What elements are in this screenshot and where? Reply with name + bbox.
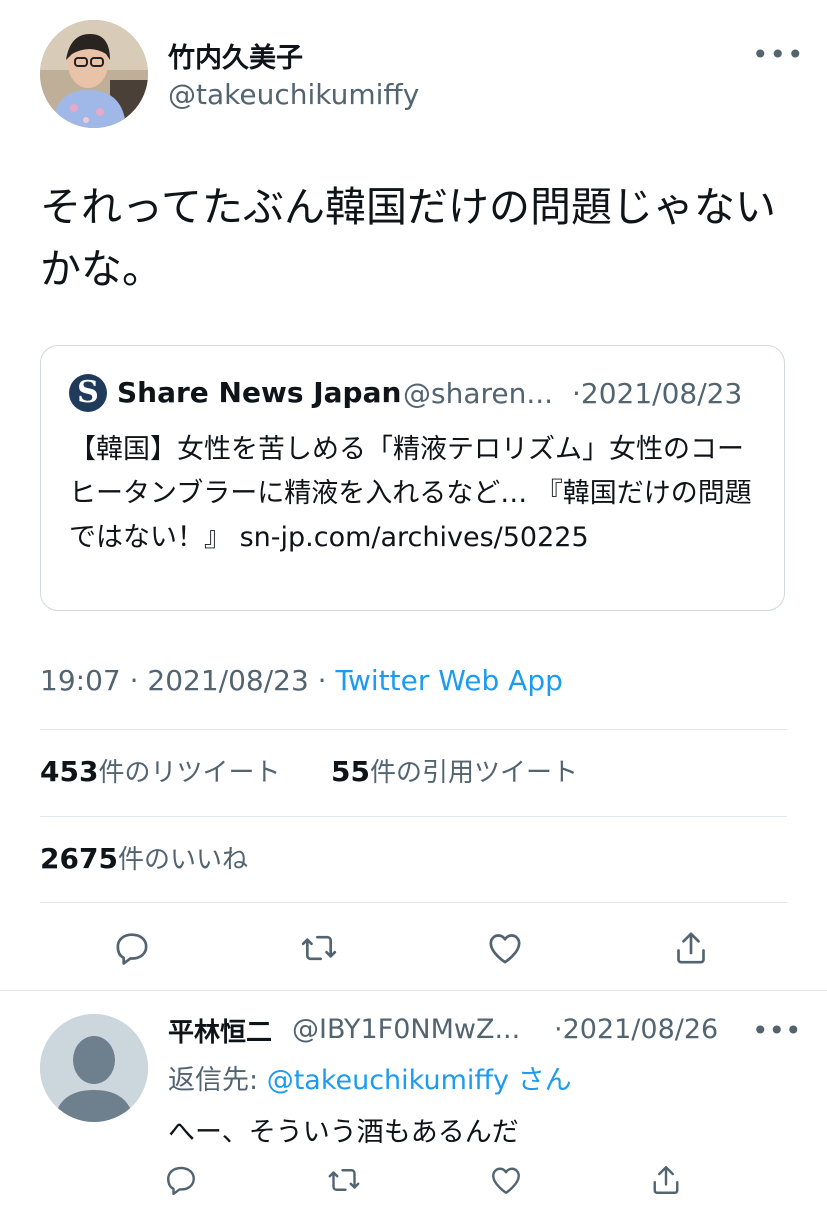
thread-divider (0, 990, 827, 991)
likes-stat[interactable]: 2675件のいいね (40, 839, 248, 876)
avatar-photo (40, 20, 148, 128)
tweet-timestamp[interactable]: 19:07 · 2021/08/23 · (40, 664, 335, 697)
quote-author-logo: S (69, 374, 107, 412)
quote-text: 【韓国】女性を苦しめる「精液テロリズム」女性のコーヒータンブラーに精液を入れるな… (69, 434, 752, 553)
replying-to: 返信先: @takeuchikumiffy さん (168, 1058, 572, 1097)
replying-to-suffix: さん (508, 1065, 572, 1096)
like-icon[interactable] (485, 928, 525, 968)
divider (40, 816, 787, 817)
quote-tweet-card[interactable]: S Share News Japan @sharen... ·2021/08/2… (40, 345, 785, 611)
default-avatar-icon (40, 1014, 148, 1122)
reply-text: へー、そういう酒もあるんだ (168, 1117, 519, 1148)
author-name[interactable]: 竹内久美子 (168, 36, 303, 75)
quotes-label: 件の引用ツイート (369, 758, 578, 788)
reply-like-icon[interactable] (488, 1162, 524, 1198)
divider (40, 902, 787, 903)
likes-count: 2675 (40, 842, 118, 875)
divider (40, 729, 787, 730)
retweets-stat[interactable]: 453件のリツイート (40, 752, 280, 789)
reply-icon[interactable] (112, 928, 152, 968)
tweet-text: それってたぶん韓国だけの問題じゃないかな。 (40, 183, 776, 293)
quote-author-name: Share News Japan (117, 376, 402, 409)
quote-author-handle: @sharen... (403, 377, 554, 410)
replying-to-handle-link[interactable]: @takeuchikumiffy (267, 1065, 509, 1096)
quotes-stat[interactable]: 55件の引用ツイート (331, 752, 578, 789)
reply-share-icon[interactable] (648, 1162, 684, 1198)
tweet-meta: 19:07 · 2021/08/23 · Twitter Web App (40, 664, 563, 697)
reply-more-options-icon[interactable]: ••• (752, 1014, 802, 1047)
quotes-count: 55 (331, 755, 370, 788)
reply-date[interactable]: ·2021/08/26 (554, 1014, 718, 1045)
reply-author-handle[interactable]: @IBY1F0NMwZ... (292, 1014, 520, 1045)
reply-retweet-icon[interactable] (326, 1162, 362, 1198)
more-options-icon[interactable]: ••• (752, 38, 805, 71)
author-handle[interactable]: @takeuchikumiffy (168, 78, 419, 111)
replying-to-prefix: 返信先: (168, 1065, 267, 1096)
retweets-count: 453 (40, 755, 99, 788)
likes-label: 件のいいね (117, 845, 248, 875)
retweets-label: 件のリツイート (98, 758, 281, 788)
reply-author-avatar[interactable] (40, 1014, 148, 1122)
author-avatar[interactable] (40, 20, 148, 128)
quote-date: ·2021/08/23 (572, 377, 743, 410)
tweet-source-link[interactable]: Twitter Web App (335, 664, 562, 697)
reply-reply-icon[interactable] (163, 1162, 199, 1198)
retweet-icon[interactable] (299, 928, 339, 968)
share-icon[interactable] (671, 928, 711, 968)
reply-author-name[interactable]: 平林恒二 (168, 1012, 272, 1049)
